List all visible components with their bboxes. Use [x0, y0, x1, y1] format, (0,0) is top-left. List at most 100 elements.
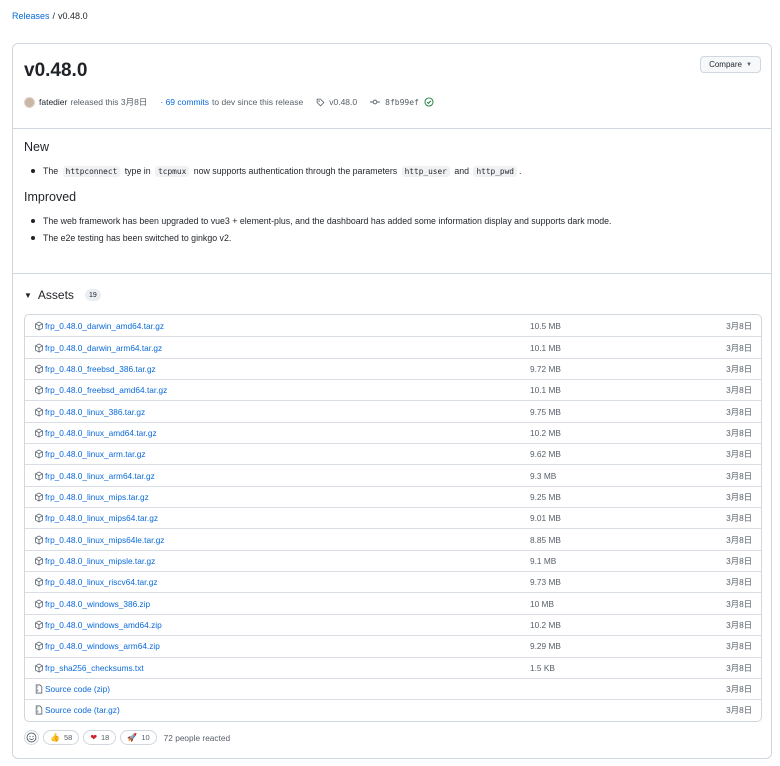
note-text: The — [43, 166, 59, 176]
tag-link[interactable]: v0.48.0 — [329, 97, 357, 107]
asset-download-link[interactable]: frp_0.48.0_linux_riscv64.tar.gz — [45, 577, 158, 587]
asset-date: 3月8日 — [726, 406, 752, 417]
list-item: The e2e testing has been switched to gin… — [31, 232, 754, 244]
asset-date: 3月8日 — [726, 577, 752, 588]
asset-date: 3月8日 — [726, 534, 752, 545]
assets-toggle[interactable]: ▼ Assets 19 — [24, 288, 101, 302]
asset-download-link[interactable]: frp_0.48.0_freebsd_amd64.tar.gz — [45, 385, 167, 395]
assets-count-badge: 19 — [84, 289, 101, 301]
verified-check-icon[interactable] — [424, 97, 434, 107]
improved-list: The web framework has been upgraded to v… — [24, 215, 754, 244]
asset-download-link[interactable]: frp_sha256_checksums.txt — [45, 663, 144, 673]
package-icon — [35, 364, 43, 374]
reaction-heart[interactable]: ❤ 18 — [83, 730, 117, 745]
commit-sha-link[interactable]: 8fb99ef — [385, 98, 419, 107]
chevron-down-icon: ▼ — [745, 61, 752, 68]
asset-row: frp_0.48.0_linux_mipsle.tar.gz 9.1 MB 3月8日 — [25, 549, 761, 571]
assets-list: frp_0.48.0_darwin_amd64.tar.gz 10.5 MB 3月8… — [24, 314, 762, 722]
reactions-summary: 72 people reacted — [163, 732, 231, 743]
asset-download-link[interactable]: frp_0.48.0_linux_mipsle.tar.gz — [45, 556, 155, 566]
add-reaction-button[interactable] — [24, 730, 39, 745]
commits-link[interactable]: · 69 commits — [160, 97, 209, 107]
asset-row: frp_0.48.0_darwin_arm64.tar.gz 10.1 MB 3月8… — [25, 336, 761, 357]
assets-label: Assets — [37, 288, 74, 302]
package-icon — [35, 471, 43, 481]
divider — [13, 273, 771, 274]
note-text: type in — [124, 166, 151, 176]
asset-download-link[interactable]: frp_0.48.0_windows_amd64.zip — [45, 620, 162, 630]
reactions-bar: 👍 58 ❤ 18 🚀 10 72 people reacted — [24, 730, 230, 745]
asset-download-link[interactable]: frp_0.48.0_linux_mips64.tar.gz — [45, 513, 158, 523]
asset-size: 10.2 MB — [530, 619, 561, 630]
asset-size: 10.1 MB — [530, 385, 561, 396]
asset-size: 9.75 MB — [530, 406, 561, 417]
package-icon — [35, 321, 43, 331]
asset-download-link[interactable]: frp_0.48.0_windows_arm64.zip — [45, 641, 160, 651]
package-icon — [35, 407, 43, 417]
asset-row: frp_0.48.0_linux_arm.tar.gz 9.62 MB 3月8日 — [25, 443, 761, 464]
asset-download-link[interactable]: frp_0.48.0_freebsd_386.tar.gz — [45, 364, 156, 374]
compare-button[interactable]: Compare ▼ — [700, 56, 761, 73]
package-icon — [35, 492, 43, 502]
reaction-thumbs-up[interactable]: 👍 58 — [43, 730, 80, 745]
asset-size: 9.29 MB — [530, 641, 561, 652]
breadcrumb-releases-link[interactable]: Releases — [12, 11, 50, 21]
package-icon — [35, 535, 43, 545]
asset-date: 3月8日 — [726, 662, 752, 673]
smiley-icon — [26, 732, 37, 743]
asset-date: 3月8日 — [726, 513, 752, 524]
asset-size: 9.73 MB — [530, 577, 561, 588]
asset-row: frp_0.48.0_freebsd_386.tar.gz 9.72 MB 3月8日 — [25, 357, 761, 379]
list-item: The httpconnect type in tcpmux now suppo… — [31, 165, 754, 178]
package-icon — [35, 385, 43, 395]
divider — [13, 128, 771, 129]
inline-code: http_pwd — [473, 166, 518, 177]
file-zip-icon — [35, 684, 43, 694]
asset-download-link[interactable]: frp_0.48.0_linux_mips64le.tar.gz — [45, 535, 164, 545]
asset-date: 3月8日 — [726, 385, 752, 396]
package-icon — [35, 428, 43, 438]
rocket-icon: 🚀 — [127, 733, 138, 742]
asset-date: 3月8日 — [726, 363, 752, 374]
asset-size: 9.72 MB — [530, 363, 561, 374]
asset-size: 1.5 KB — [530, 662, 555, 673]
asset-download-link[interactable]: frp_0.48.0_linux_arm64.tar.gz — [45, 471, 155, 481]
inline-code: http_user — [401, 166, 450, 177]
inline-code: httpconnect — [62, 166, 121, 177]
asset-download-link[interactable]: frp_0.48.0_darwin_amd64.tar.gz — [45, 321, 164, 331]
asset-download-link[interactable]: frp_0.48.0_linux_mips.tar.gz — [45, 492, 149, 502]
heart-icon: ❤ — [90, 733, 98, 742]
author-link[interactable]: fatedier — [39, 97, 67, 107]
asset-date: 3月8日 — [726, 641, 752, 652]
reaction-rocket[interactable]: 🚀 10 — [120, 730, 157, 745]
inline-code: tcpmux — [155, 166, 190, 177]
file-zip-icon — [35, 705, 43, 715]
asset-size: 10 MB — [530, 598, 554, 609]
asset-row: frp_0.48.0_linux_riscv64.tar.gz 9.73 MB 3月… — [25, 571, 761, 592]
git-commit-icon — [370, 99, 381, 105]
tag-icon — [316, 98, 325, 106]
asset-download-link[interactable]: frp_0.48.0_linux_amd64.tar.gz — [45, 428, 157, 438]
asset-row: frp_0.48.0_linux_mips.tar.gz 9.25 MB 3月8日 — [25, 485, 761, 507]
asset-download-link[interactable]: Source code (tar.gz) — [45, 705, 120, 715]
reaction-count: 58 — [63, 733, 73, 742]
package-icon — [35, 342, 43, 353]
avatar[interactable] — [24, 96, 35, 108]
asset-download-link[interactable]: Source code (zip) — [45, 684, 110, 694]
released-text: released this 3月8日 — [70, 97, 148, 107]
release-title: v0.48.0 — [24, 60, 88, 81]
asset-size: 9.01 MB — [530, 513, 561, 524]
asset-download-link[interactable]: frp_0.48.0_linux_386.tar.gz — [45, 407, 145, 417]
asset-row: frp_0.48.0_linux_arm64.tar.gz 9.3 MB 3月8日 — [25, 464, 761, 485]
asset-download-link[interactable]: frp_0.48.0_darwin_arm64.tar.gz — [45, 343, 162, 353]
asset-row: frp_0.48.0_darwin_amd64.tar.gz 10.5 MB 3月8… — [25, 315, 761, 336]
commits-suffix: to dev since this release — [212, 97, 304, 107]
asset-size: 9.25 MB — [530, 491, 561, 502]
asset-date: 3月8日 — [726, 449, 752, 460]
asset-download-link[interactable]: frp_0.48.0_windows_386.zip — [45, 599, 150, 609]
asset-download-link[interactable]: frp_0.48.0_linux_arm.tar.gz — [45, 449, 146, 459]
asset-row: Source code (zip) 3月8日 — [25, 677, 761, 699]
asset-size: 9.3 MB — [530, 470, 557, 481]
asset-date: 3月8日 — [726, 555, 752, 566]
compare-label: Compare — [709, 60, 742, 69]
